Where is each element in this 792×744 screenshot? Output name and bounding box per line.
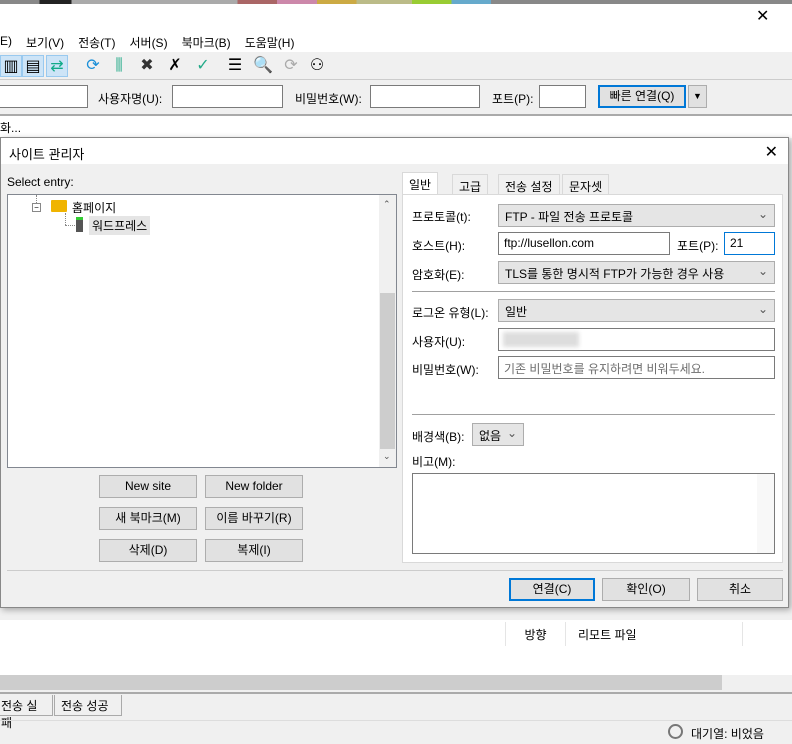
quickconnect-button[interactable]: 빠른 연결(Q) — [598, 85, 686, 108]
chevron-down-icon: ⌄ — [757, 264, 768, 278]
host-input[interactable] — [0, 85, 88, 108]
queue-list: 방향 리모트 파일 — [0, 620, 792, 675]
background-color-value: 없음 — [479, 429, 502, 443]
password-input[interactable] — [370, 85, 480, 108]
quickconnect-dropdown-icon[interactable]: ▼ — [688, 85, 707, 108]
cancel-button[interactable]: 취소 — [697, 578, 783, 601]
new-bookmark-button[interactable]: 새 북마크(M) — [99, 507, 197, 530]
rename-button[interactable]: 이름 바꾸기(R) — [205, 507, 303, 530]
username-input[interactable] — [172, 85, 283, 108]
tree-item-site[interactable]: 워드프레스 — [89, 216, 151, 235]
connect-button[interactable]: 연결(C) — [509, 578, 595, 601]
delete-button[interactable]: 삭제(D) — [99, 539, 197, 562]
quickconnect-bar: 사용자명(U): 비밀번호(W): 포트(P): 빠른 연결(Q) ▼ — [0, 80, 792, 116]
user-input[interactable] — [498, 328, 775, 351]
site-tree: − 홈페이지 워드프레스 ⌃ ⌄ — [7, 194, 397, 468]
comments-textarea[interactable] — [412, 473, 775, 554]
username-label: 사용자명(U): — [98, 92, 163, 106]
dialog-close-icon[interactable]: ✕ — [765, 142, 778, 162]
toggle-remote-tree-icon[interactable]: ▤ — [22, 55, 44, 77]
folder-icon — [51, 200, 67, 212]
status-bar: 대기열: 비었음 — [0, 720, 792, 744]
tree-scrollbar[interactable]: ⌃ ⌄ — [379, 195, 396, 467]
chevron-down-icon: ⌄ — [757, 207, 768, 221]
chevron-down-icon: ⌄ — [506, 426, 517, 440]
column-remote-file[interactable]: 리모트 파일 — [565, 622, 743, 646]
search-icon[interactable]: ⚇ — [306, 55, 328, 77]
general-panel: 프로토콜(t): FTP - 파일 전송 프로토콜 ⌄ 호스트(H): ftp:/… — [402, 194, 783, 563]
sync-browse-icon[interactable]: ⟳ — [280, 55, 302, 77]
encryption-select[interactable]: TLS를 통한 명시적 FTP가 가능한 경우 사용 ⌄ — [498, 261, 775, 284]
protocol-value: FTP - 파일 전송 프로토콜 — [505, 210, 634, 224]
toolbar: ▥ ▤ ⇄ ⟳ ⫼ ✖ ✗ ✓ ☰ 🔍 ⟳ ⚇ — [0, 52, 792, 80]
host-input[interactable]: ftp://lusellon.com — [498, 232, 670, 255]
menu-help[interactable]: 도움말(H) — [245, 30, 301, 52]
tab-successful-transfers[interactable]: 전송 성공 — [54, 695, 122, 716]
title-bar: ✕ — [0, 4, 792, 30]
menu-transfer[interactable]: 전송(T) — [78, 30, 121, 52]
protocol-label: 프로토콜(t): — [412, 210, 471, 224]
server-icon — [76, 217, 83, 232]
toggle-local-tree-icon[interactable]: ▥ — [0, 55, 22, 77]
new-folder-button[interactable]: New folder — [205, 475, 303, 498]
site-manager-dialog: 사이트 관리자 ✕ Select entry: − 홈페이지 워드프레스 ⌃ ⌄… — [0, 137, 789, 608]
comments-label: 비고(M): — [412, 455, 456, 469]
port-input[interactable]: 21 — [724, 232, 775, 255]
column-direction[interactable]: 방향 — [505, 622, 565, 646]
filter-icon[interactable]: ⫼ — [108, 55, 130, 77]
port-label: 포트(P): — [492, 92, 534, 106]
protocol-select[interactable]: FTP - 파일 전송 프로토콜 ⌄ — [498, 204, 775, 227]
port-label: 포트(P): — [677, 239, 719, 253]
encryption-value: TLS를 통한 명시적 FTP가 가능한 경우 사용 — [505, 267, 725, 281]
select-entry-label: Select entry: — [7, 175, 74, 189]
logon-type-select[interactable]: 일반 ⌄ — [498, 299, 775, 322]
duplicate-button[interactable]: 복제(I) — [205, 539, 303, 562]
ok-button[interactable]: 확인(O) — [602, 578, 690, 601]
host-label: 호스트(H): — [412, 239, 466, 253]
tab-charset[interactable]: 문자셋 — [562, 174, 610, 195]
scrollbar-thumb[interactable] — [380, 293, 395, 449]
password-label: 비밀번호(W): — [412, 363, 479, 377]
tab-transfer-settings[interactable]: 전송 설정 — [498, 174, 560, 195]
menu-bookmarks[interactable]: 북마크(B) — [182, 30, 237, 52]
chevron-down-icon: ⌄ — [757, 302, 768, 316]
redacted-username — [503, 332, 579, 347]
compare-icon[interactable]: 🔍 — [252, 55, 274, 77]
disconnect-icon[interactable]: ✗ — [164, 55, 186, 77]
user-label: 사용자(U): — [412, 335, 466, 349]
toggle-queue-icon[interactable]: ⇄ — [46, 55, 68, 77]
tree-item-folder[interactable]: 홈페이지 — [72, 199, 116, 216]
horizontal-scrollbar[interactable] — [0, 675, 722, 690]
encryption-label: 암호화(E): — [412, 268, 465, 282]
port-input[interactable] — [539, 85, 586, 108]
menu-server[interactable]: 서버(S) — [129, 30, 173, 52]
collapse-icon[interactable]: − — [32, 203, 41, 212]
background-color-label: 배경색(B): — [412, 430, 465, 444]
tab-advanced[interactable]: 고급 — [452, 174, 489, 195]
message-log: 화... — [0, 116, 792, 138]
close-icon[interactable]: ✕ — [756, 6, 769, 26]
cancel-icon[interactable]: ✖ — [136, 55, 158, 77]
menu-view[interactable]: 보기(V) — [26, 30, 70, 52]
new-site-button[interactable]: New site — [99, 475, 197, 498]
message-text: 화... — [0, 121, 22, 135]
dialog-title: 사이트 관리자 — [1, 138, 788, 164]
queue-status-icon — [668, 724, 683, 739]
comments-scrollbar[interactable] — [757, 474, 774, 553]
queue-status: 대기열: 비었음 — [691, 727, 764, 741]
background-color-select[interactable]: 없음 ⌄ — [472, 423, 524, 446]
refresh-icon[interactable]: ⟳ — [82, 55, 104, 77]
menu-edit[interactable]: E) — [0, 30, 18, 52]
menu-bar: E) 보기(V) 전송(T) 서버(S) 북마크(B) 도움말(H) — [0, 30, 792, 52]
password-label: 비밀번호(W): — [295, 92, 362, 106]
tab-general[interactable]: 일반 — [402, 172, 439, 195]
password-input[interactable]: 기존 비밀번호를 유지하려면 비워두세요. — [498, 356, 775, 379]
tab-failed-transfers[interactable]: 전송 실패 — [0, 695, 53, 730]
logon-type-label: 로그온 유형(L): — [412, 306, 489, 320]
reconnect-icon[interactable]: ✓ — [192, 55, 214, 77]
logon-type-value: 일반 — [505, 305, 528, 319]
directory-listing-filter-icon[interactable]: ☰ — [224, 55, 246, 77]
